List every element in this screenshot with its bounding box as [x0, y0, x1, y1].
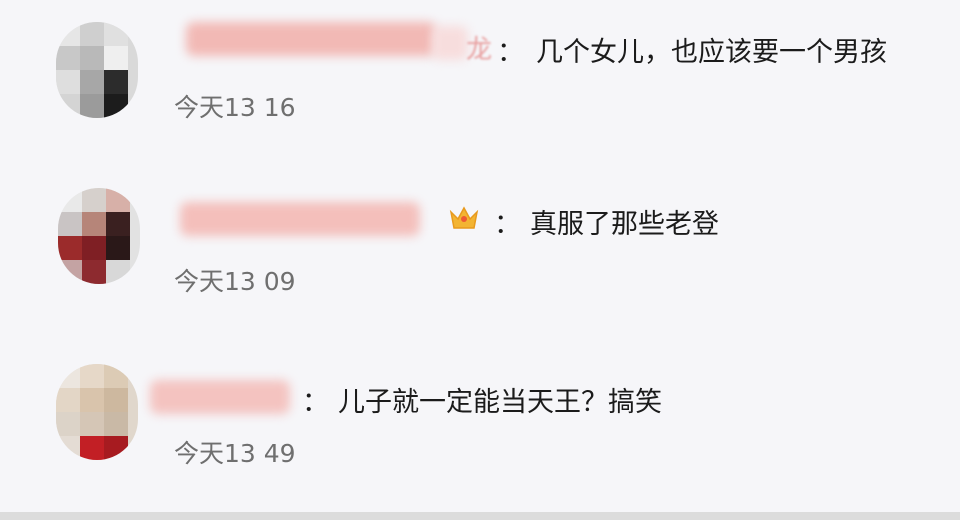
comment-item: ： 儿子就一定能当天王？搞笑 今天13 49	[0, 330, 960, 512]
username-blurred[interactable]	[180, 202, 420, 236]
crown-badge-icon	[448, 202, 480, 232]
comment-item: ： 真服了那些老登 今天13 09	[0, 150, 960, 330]
comment-time: 今天13 49	[174, 439, 296, 468]
username-blurred-tail	[432, 26, 468, 60]
username-tail: 龙	[466, 35, 493, 65]
comment-item: 龙 ： 几个女儿，也应该要一个男孩 今天13 16	[0, 0, 960, 150]
comment-text: 真服了那些老登	[530, 209, 719, 240]
bottom-divider	[0, 512, 960, 520]
avatar[interactable]	[56, 364, 138, 460]
avatar[interactable]	[56, 22, 138, 118]
comment-time: 今天13 16	[174, 93, 296, 122]
colon: ：	[494, 209, 521, 240]
comment-time: 今天13 09	[174, 267, 296, 296]
comment-text: 几个女儿，也应该要一个男孩	[536, 37, 887, 68]
colon: ：	[302, 387, 329, 418]
comment-text: 儿子就一定能当天王？搞笑	[338, 387, 662, 418]
avatar[interactable]	[58, 188, 140, 284]
colon: ：	[497, 37, 524, 68]
username-blurred[interactable]	[186, 22, 436, 56]
username-blurred[interactable]	[150, 380, 290, 414]
